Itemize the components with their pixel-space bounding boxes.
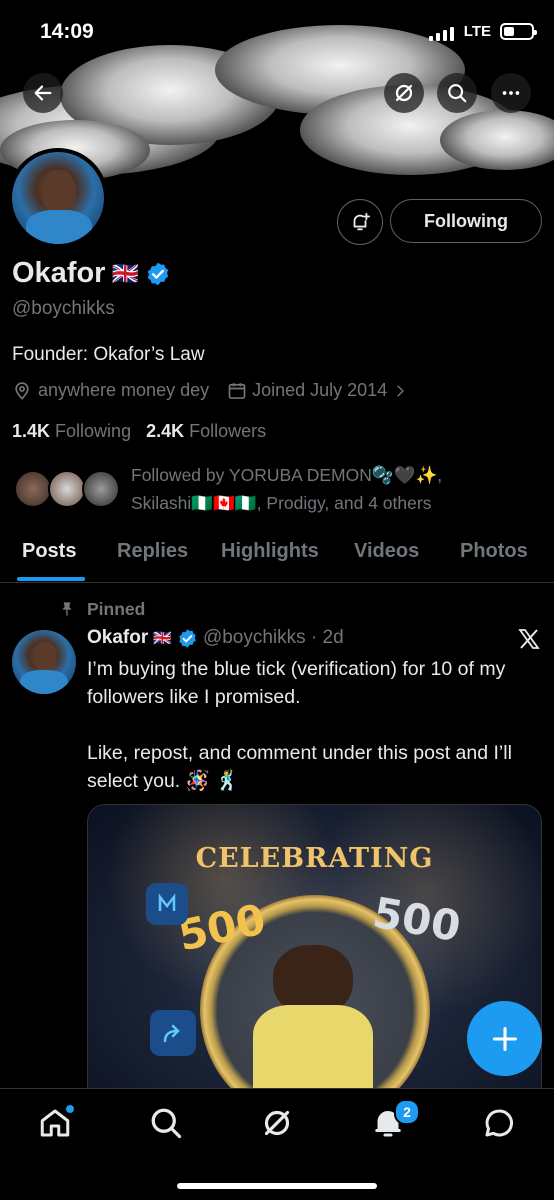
- media-like-icon: [146, 883, 188, 925]
- chat-bubble-icon: [485, 1109, 513, 1137]
- search-icon: [448, 84, 467, 103]
- nav-notifications[interactable]: 2: [370, 1099, 420, 1141]
- more-button[interactable]: [491, 73, 531, 113]
- post-handle-time: @boychikks · 2d: [202, 627, 344, 648]
- post-header: Okafor 🇬🇧 @boychikks · 2d: [87, 627, 344, 649]
- avatar-photo: [12, 152, 104, 244]
- follower-avatar: [14, 470, 52, 508]
- tab-photos[interactable]: Photos: [460, 540, 528, 563]
- search-icon: [151, 1108, 182, 1139]
- profile-meta: anywhere money dey Joined July 2014: [12, 380, 407, 401]
- profile-name-row: Okafor 🇬🇧: [12, 257, 171, 290]
- verified-badge-icon: [179, 628, 196, 648]
- followed-by-avatars[interactable]: [14, 470, 124, 510]
- pin-icon: [62, 602, 72, 616]
- verified-badge-icon: [147, 262, 169, 285]
- back-button[interactable]: [23, 73, 63, 113]
- calendar-icon: [228, 382, 246, 399]
- profile-tabs: Posts Replies Highlights Videos Photos: [0, 528, 554, 583]
- plus-icon: [492, 1026, 517, 1051]
- followed-by-line-2: Skilashi🇳🇬🇨🇦🇳🇬, Prodigy, and 4 others: [131, 493, 432, 513]
- more-dots-icon: [502, 91, 520, 95]
- location-icon: [15, 381, 29, 400]
- status-time: 14:09: [40, 20, 94, 43]
- post-author-avatar[interactable]: [12, 630, 76, 694]
- follow-counts: 1.4K Following 2.4K Followers: [12, 421, 266, 442]
- followers-count-link[interactable]: 2.4K Followers: [146, 421, 266, 441]
- followed-by-text[interactable]: Followed by YORUBA DEMON🫧🖤✨, Skilashi🇳🇬🇨…: [131, 461, 511, 517]
- grok-icon: [264, 1110, 290, 1136]
- tab-highlights[interactable]: Highlights: [221, 540, 319, 563]
- x-logo-icon[interactable]: [517, 627, 541, 651]
- followers-label: Followers: [189, 421, 267, 441]
- home-indicator: [177, 1183, 377, 1189]
- follower-avatar: [82, 470, 120, 508]
- notifications-badge: 2: [394, 1099, 420, 1125]
- following-label: Following: [55, 421, 132, 441]
- nav-home[interactable]: [37, 1105, 74, 1141]
- notify-button[interactable]: [337, 199, 383, 245]
- grok-icon: [395, 84, 413, 102]
- status-bar: 14:09 LTE: [0, 0, 554, 66]
- pinned-label: Pinned: [87, 599, 146, 619]
- nav-search[interactable]: [148, 1105, 184, 1141]
- compose-button[interactable]: [467, 1001, 542, 1076]
- grok-button[interactable]: [384, 73, 424, 113]
- active-tab-indicator: [17, 577, 85, 581]
- network-label: LTE: [463, 23, 491, 40]
- battery-icon: [500, 23, 537, 40]
- profile-bio: Founder: Okafor’s Law: [12, 344, 205, 365]
- followed-by-line-1: Followed by YORUBA DEMON🫧🖤✨,: [131, 465, 443, 485]
- home-unread-dot: [66, 1105, 74, 1113]
- profile-avatar[interactable]: [8, 148, 108, 248]
- bell-plus-icon: [353, 212, 371, 231]
- profile-joined[interactable]: Joined July 2014: [252, 380, 387, 401]
- profile-handle: @boychikks: [12, 298, 115, 319]
- search-button[interactable]: [437, 73, 477, 113]
- following-count-link[interactable]: 1.4K Following: [12, 421, 131, 441]
- profile-location: anywhere money dey: [38, 380, 210, 400]
- nav-grok[interactable]: [259, 1105, 295, 1141]
- nav-messages[interactable]: [481, 1105, 517, 1141]
- post-text[interactable]: I’m buying the blue tick (verification) …: [87, 655, 542, 795]
- chevron-right-icon: [397, 384, 405, 397]
- post-author-flag: 🇬🇧: [153, 630, 172, 647]
- media-celebrating-text: CELEBRATING: [195, 843, 434, 874]
- follower-avatar: [48, 470, 86, 508]
- profile-name: Okafor: [12, 257, 106, 289]
- flag-emoji: 🇬🇧: [111, 260, 139, 286]
- following-count: 1.4K: [12, 421, 51, 441]
- back-arrow-icon: [34, 85, 52, 101]
- tab-videos[interactable]: Videos: [354, 540, 419, 563]
- tab-replies[interactable]: Replies: [117, 540, 188, 563]
- following-button[interactable]: Following: [390, 199, 542, 243]
- signal-icon: [429, 25, 454, 41]
- followers-count: 2.4K: [146, 421, 185, 441]
- tab-posts[interactable]: Posts: [22, 540, 76, 563]
- media-share-icon: [150, 1010, 196, 1056]
- post-author-name[interactable]: Okafor: [87, 627, 148, 649]
